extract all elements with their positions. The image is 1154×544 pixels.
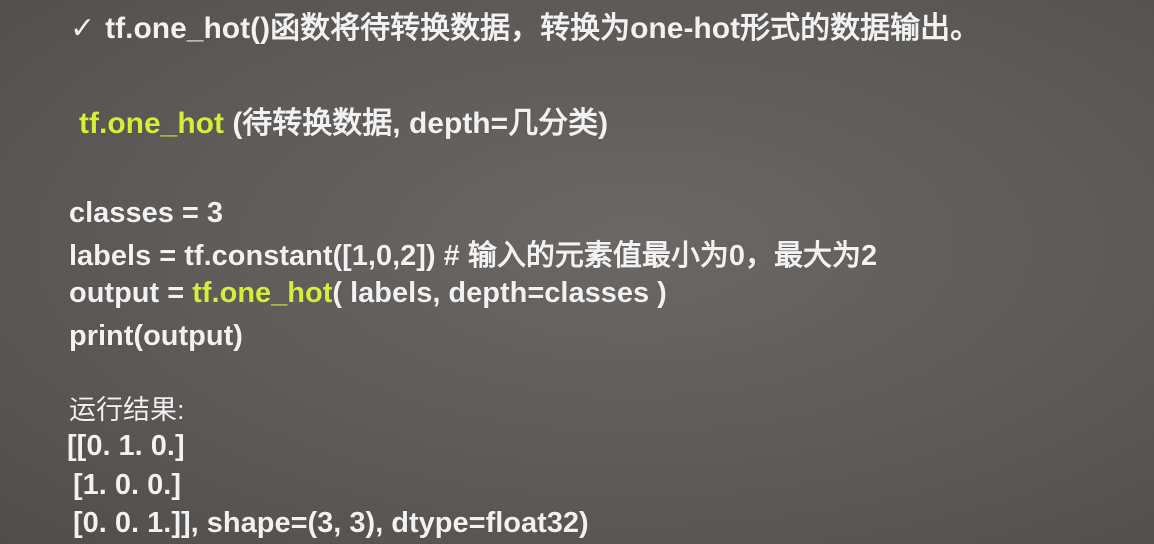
description-text-a: 函数将待转换数据，转换为 xyxy=(270,12,631,45)
function-name: tf.one_hot() xyxy=(105,12,271,45)
result-label: 运行结果: xyxy=(69,395,185,425)
code-line-print: print(output) xyxy=(69,320,243,352)
code-line-output-args: ( labels, depth=classes ) xyxy=(332,277,667,309)
syntax-arguments: (待转换数据, depth=几分类) xyxy=(223,107,609,140)
one-hot-term: one-hot xyxy=(630,12,741,45)
code-line-labels: labels = tf.constant([1,0,2]) # 输入的元素值最小… xyxy=(69,240,878,272)
code-line-output-prefix: output = xyxy=(69,277,193,309)
function-syntax: tf.one_hot (待转换数据, depth=几分类) xyxy=(79,107,608,141)
code-line-output: output = tf.one_hot( labels, depth=class… xyxy=(69,276,667,310)
output-line-2: [1. 0. 0.] xyxy=(73,469,181,501)
code-line-classes: classes = 3 xyxy=(69,197,224,229)
bullet-point-description: ✓ tf.one_hot()函数将待转换数据，转换为one-hot形式的数据输出。 xyxy=(70,12,980,46)
checkmark-icon: ✓ xyxy=(70,12,96,45)
description-text-b: 形式的数据输出。 xyxy=(740,12,981,45)
output-line-3: [0. 0. 1.]], shape=(3, 3), dtype=float32… xyxy=(73,507,589,539)
output-line-1: [[0. 1. 0.] xyxy=(67,430,185,462)
syntax-function-name: tf.one_hot xyxy=(79,107,224,140)
code-function-name: tf.one_hot xyxy=(192,277,333,309)
